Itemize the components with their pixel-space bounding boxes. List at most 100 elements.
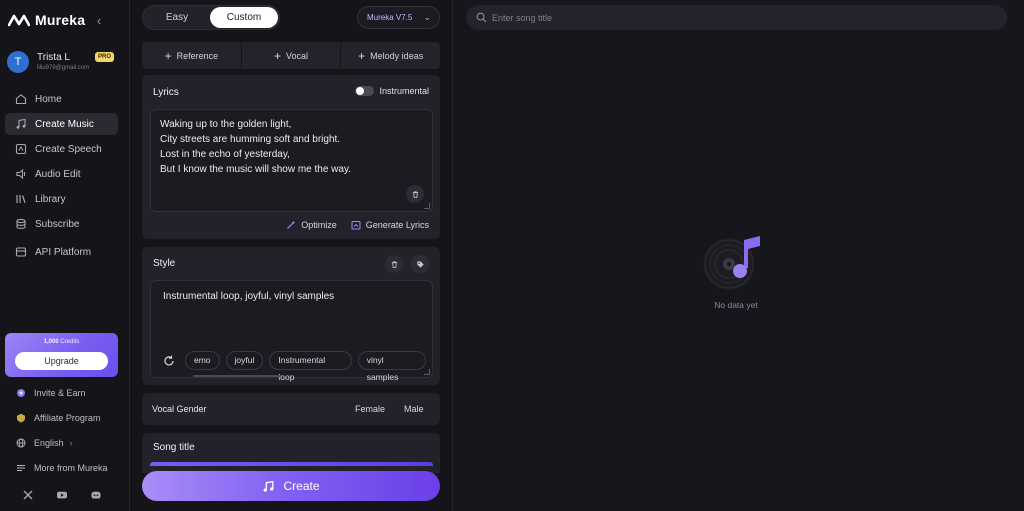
globe-icon <box>16 438 26 448</box>
toggle-knob <box>356 87 365 95</box>
nav-label: Home <box>35 93 62 105</box>
upgrade-button[interactable]: Upgrade <box>15 352 108 370</box>
lyric-line: City streets are humming soft and bright… <box>160 134 341 145</box>
nav-item-create-music[interactable]: Create Music <box>5 113 118 135</box>
nav-item-subscribe[interactable]: Subscribe <box>5 213 118 235</box>
male-option[interactable]: Male <box>404 404 424 414</box>
optimize-button[interactable]: Optimize <box>286 220 337 230</box>
invite-label: Invite & Earn <box>34 387 86 398</box>
style-presets-button[interactable] <box>411 255 429 273</box>
mode-custom-tab[interactable]: Custom <box>210 7 278 28</box>
nav-label: Create Music <box>35 118 94 130</box>
credits-amount: 1,000 <box>43 339 59 345</box>
nav-label: API Platform <box>35 246 92 258</box>
menu-icon <box>16 463 26 473</box>
style-card: Style Instrumental loop, joyful, vinyl s… <box>142 247 440 385</box>
melody-ideas-button[interactable]: + Melody ideas <box>341 42 441 69</box>
main-nav: Home Create Music Create Speech Audio Ed… <box>5 88 118 263</box>
create-panel: Easy Custom Mureka V7.5 ⌄ + Reference + … <box>130 0 453 511</box>
clear-style-button[interactable] <box>385 255 403 273</box>
nav-item-audio-edit[interactable]: Audio Edit <box>5 163 118 185</box>
magic-wand-icon <box>286 220 296 230</box>
bottom-links: Invite & Earn Affiliate Program English … <box>5 380 123 480</box>
credits-card: 1,000 Credits Upgrade <box>5 333 118 377</box>
song-title-search-input[interactable] <box>492 8 992 27</box>
trash-icon <box>412 190 418 198</box>
invite-earn-link[interactable]: Invite & Earn <box>5 380 123 405</box>
lyrics-card: Lyrics Instrumental Waking up to the gol… <box>142 75 440 239</box>
style-tag[interactable]: emo <box>185 351 220 370</box>
nav-label: Create Speech <box>35 143 102 155</box>
music-note-icon <box>262 480 275 493</box>
refresh-tags-icon[interactable] <box>163 355 175 367</box>
vocal-gender-label: Vocal Gender <box>152 404 207 414</box>
brand-name: Mureka <box>35 12 86 28</box>
collapse-sidebar-icon[interactable]: ‹ <box>93 14 105 28</box>
social-links <box>22 489 124 501</box>
language-label: English <box>34 437 64 448</box>
generate-icon <box>351 220 361 230</box>
female-option[interactable]: Female <box>355 404 385 414</box>
style-tag[interactable]: Instrumental loop <box>269 351 352 382</box>
user-profile[interactable]: T Trista L PRO liliu979@gmail.com <box>7 51 125 75</box>
brand[interactable]: Mureka <box>7 12 86 28</box>
song-title-card: Song title <box>142 433 440 473</box>
options-row: + Reference + Vocal + Melody ideas <box>142 42 441 69</box>
audio-edit-icon <box>15 168 27 180</box>
create-button[interactable]: Create <box>142 471 440 501</box>
youtube-icon[interactable] <box>56 489 68 501</box>
nav-item-api-platform[interactable]: API Platform <box>5 241 118 263</box>
style-tag[interactable]: joyful <box>225 351 264 370</box>
style-text: Instrumental loop, joyful, vinyl samples <box>163 291 335 302</box>
reference-label: Reference <box>176 50 219 61</box>
empty-state-illustration <box>702 234 774 294</box>
credits-label: Credits <box>60 339 80 345</box>
chevron-down-icon: ⌄ <box>423 12 431 22</box>
trash-icon <box>391 260 397 268</box>
resize-handle[interactable] <box>424 369 430 375</box>
discord-icon[interactable] <box>90 489 102 501</box>
database-icon <box>15 218 27 230</box>
style-tag[interactable]: vinyl samples <box>357 351 426 382</box>
more-from-mureka-link[interactable]: More from Mureka <box>5 455 123 480</box>
music-note-icon <box>15 118 27 130</box>
lyrics-textarea[interactable]: Waking up to the golden light, City stre… <box>150 109 433 212</box>
mode-easy-tab[interactable]: Easy <box>145 7 209 28</box>
nav-item-home[interactable]: Home <box>5 88 118 110</box>
api-icon <box>15 246 27 258</box>
avatar: T <box>7 51 29 73</box>
vocal-label: Vocal <box>286 50 309 61</box>
mode-toggle: Easy Custom <box>142 5 280 30</box>
plus-icon: + <box>164 48 172 63</box>
model-select-label: Mureka V7.5 <box>367 13 413 22</box>
resize-handle[interactable] <box>424 203 430 209</box>
style-tags: emo joyful Instrumental loop vinyl sampl… <box>185 351 432 382</box>
nav-item-create-speech[interactable]: Create Speech <box>5 138 118 160</box>
style-textarea[interactable]: Instrumental loop, joyful, vinyl samples… <box>150 280 433 382</box>
generate-lyrics-button[interactable]: Generate Lyrics <box>351 220 429 230</box>
lyrics-actions: Optimize Generate Lyrics <box>272 220 429 230</box>
nav-item-library[interactable]: Library <box>5 188 118 210</box>
more-label: More from Mureka <box>34 462 108 473</box>
style-actions <box>377 255 429 273</box>
clear-lyrics-button[interactable] <box>406 185 424 203</box>
model-select[interactable]: Mureka V7.5 ⌄ <box>357 6 440 29</box>
plus-icon: + <box>273 48 281 63</box>
affiliate-program-link[interactable]: Affiliate Program <box>5 405 123 430</box>
affiliate-icon <box>16 413 26 423</box>
lyrics-title: Lyrics <box>153 87 179 98</box>
song-title-input[interactable] <box>150 462 433 466</box>
x-icon[interactable] <box>22 489 34 501</box>
results-area: No data yet <box>454 0 1024 511</box>
tags-scrollbar[interactable] <box>193 375 281 377</box>
reference-button[interactable]: + Reference <box>142 42 242 69</box>
credits-text: 1,000 Credits <box>5 339 118 345</box>
toggle-switch[interactable] <box>355 86 375 96</box>
vocal-button[interactable]: + Vocal <box>241 42 342 69</box>
lyric-line: Waking up to the golden light, <box>160 119 292 130</box>
library-icon <box>15 193 27 205</box>
instrumental-toggle[interactable]: Instrumental <box>355 86 429 96</box>
language-selector[interactable]: English › <box>5 430 123 455</box>
instrumental-label: Instrumental <box>379 86 429 96</box>
melody-label: Melody ideas <box>370 50 424 61</box>
